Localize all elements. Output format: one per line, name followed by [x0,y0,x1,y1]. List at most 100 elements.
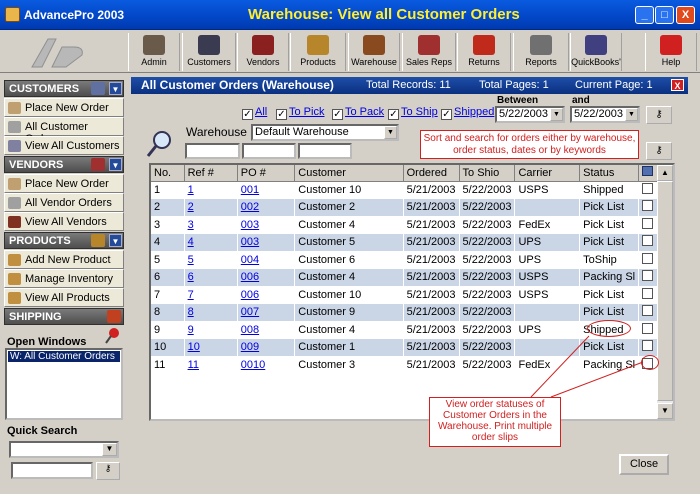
toolbar-warehouse-button[interactable]: Warehouse [348,33,400,71]
col-print[interactable] [638,165,659,182]
warehouse-select[interactable]: Default Warehouse ▼ [251,124,399,141]
table-row[interactable]: 5 5 004 Customer 6 5/21/2003 5/22/2003 UPS ToSh… [151,251,659,269]
cell-ref[interactable]: 6 [184,268,238,286]
filter-to-ship[interactable]: ✓ To Ship [388,106,438,120]
search-field-3[interactable] [298,143,352,159]
open-windows-list[interactable]: W: All Customer Orders [5,348,123,420]
table-row[interactable]: 7 7 006 Customer 10 5/21/2003 5/22/2003 USPS Pi… [151,286,659,304]
checkbox-checked[interactable]: ✓ [388,109,399,120]
chevron-down-icon[interactable]: ▼ [625,108,638,121]
nav-add-new-product[interactable]: Add New Product [4,250,124,269]
cell-ref[interactable]: 3 [184,216,238,234]
table-row[interactable]: 8 8 007 Customer 9 5/21/2003 5/22/2003 Pick Li… [151,303,659,321]
col-no[interactable]: No. [151,165,185,182]
cell-ref[interactable]: 8 [184,303,238,321]
cell-po[interactable]: 001 [237,181,296,199]
nav-place-new-customer-order[interactable]: Place New Order [4,98,124,117]
nav-view-all-products[interactable]: View All Products [4,288,124,307]
cell-print[interactable] [638,198,659,216]
customers-section-header[interactable]: CUSTOMERS ▼ [4,80,124,97]
toolbar-vendors-button[interactable]: Vendors [237,33,289,71]
cell-print[interactable] [638,216,659,234]
print-checkbox[interactable] [642,200,654,212]
cell-po[interactable]: 004 [237,251,296,269]
close-window-button[interactable]: X [676,6,695,24]
print-checkbox[interactable] [642,183,654,194]
cell-print[interactable] [638,181,659,199]
col-customer[interactable]: Customer [294,165,404,182]
cell-ref[interactable]: 5 [184,251,238,269]
date-search-button[interactable]: ⚷ [646,106,672,124]
cell-po[interactable]: 002 [237,198,296,216]
nav-view-all-customers[interactable]: View All Customers [4,136,124,155]
cell-po[interactable]: 006 [237,268,296,286]
cell-po[interactable]: 008 [237,321,296,339]
filter-to-ship-link[interactable]: To Ship [401,106,438,118]
filter-to-pack-link[interactable]: To Pack [345,106,384,118]
po-link[interactable]: 006 [241,289,259,301]
col-ref[interactable]: Ref # [184,165,238,182]
quick-search-select[interactable]: ▼ [9,441,119,458]
table-row[interactable]: 1 1 001 Customer 10 5/21/2003 5/22/2003 USPS Sh… [151,181,659,199]
po-link[interactable]: 007 [241,306,259,318]
table-row[interactable]: 6 6 006 Customer 4 5/21/2003 5/22/2003 USPS Pac… [151,268,659,286]
filter-to-pick-link[interactable]: To Pick [289,106,324,118]
close-button[interactable]: Close [619,454,669,475]
col-ordered[interactable]: Ordered [403,165,460,182]
filter-all-link[interactable]: All [255,106,267,118]
pushpin-icon[interactable] [104,327,122,345]
checkbox-checked[interactable]: ✓ [242,109,253,120]
cell-print[interactable] [638,303,659,321]
checkbox-checked[interactable]: ✓ [441,109,452,120]
cell-ref[interactable]: 9 [184,321,238,339]
nav-manage-inventory[interactable]: Manage Inventory [4,269,124,288]
nav-all-customer-orders[interactable]: All Customer Orders [4,117,124,145]
cell-ref[interactable]: 11 [184,356,238,374]
filter-shipped[interactable]: ✓ Shipped [441,106,494,120]
cell-ref[interactable]: 7 [184,286,238,304]
col-carrier[interactable]: Carrier [514,165,581,182]
chevron-down-icon[interactable]: ▼ [550,108,563,121]
filter-all[interactable]: ✓ All [242,106,267,120]
print-checkbox[interactable] [642,270,654,282]
table-row[interactable]: 2 2 002 Customer 2 5/21/2003 5/22/2003 Pick Li… [151,198,659,216]
ref-link[interactable]: 11 [188,359,199,371]
search-field-1[interactable] [185,143,240,159]
cell-ref[interactable]: 4 [184,233,238,251]
toolbar-reports-button[interactable]: Reports [513,33,569,71]
cell-po[interactable]: 006 [237,286,296,304]
toolbar-quickbooks-button[interactable]: QuickBooks' [570,33,622,71]
keyword-search-button[interactable]: ⚷ [646,142,672,160]
po-link[interactable]: 002 [241,201,259,213]
po-link[interactable]: 008 [241,324,259,336]
po-link[interactable]: 006 [241,271,259,283]
filter-shipped-link[interactable]: Shipped [454,106,494,118]
cell-po[interactable]: 009 [237,338,296,356]
cell-po[interactable]: 007 [237,303,296,321]
table-row[interactable]: 3 3 003 Customer 4 5/21/2003 5/22/2003 FedEx Pi… [151,216,659,234]
cell-po[interactable]: 003 [237,216,296,234]
date-from-select[interactable]: 5/22/2003 ▼ [495,106,565,123]
ref-link[interactable]: 8 [188,306,194,318]
chevron-down-icon[interactable]: ▼ [102,443,117,456]
collapse-arrow-icon[interactable]: ▼ [109,82,122,95]
ref-link[interactable]: 1 [188,184,194,196]
date-to-select[interactable]: 5/22/2003 ▼ [570,106,640,123]
maximize-button[interactable]: □ [655,6,674,24]
toolbar-admin-button[interactable]: Admin [128,33,180,71]
products-section-header[interactable]: PRODUCTS ▼ [4,232,124,249]
ref-link[interactable]: 10 [188,341,200,353]
cell-ref[interactable]: 2 [184,198,238,216]
quick-search-key-button[interactable]: ⚷ [96,462,120,480]
cell-po[interactable]: 003 [237,233,296,251]
cell-print[interactable] [638,233,659,251]
nav-view-all-vendors[interactable]: View All Vendors [4,212,124,231]
ref-link[interactable]: 7 [188,289,194,301]
filter-to-pick[interactable]: ✓ To Pick [276,106,324,120]
col-po[interactable]: PO # [237,165,296,182]
ref-link[interactable]: 3 [188,219,194,231]
shipping-section-header[interactable]: SHIPPING [4,308,124,325]
vendors-section-header[interactable]: VENDORS ▼ [4,156,124,173]
ref-link[interactable]: 2 [188,201,194,213]
po-link[interactable]: 003 [241,236,259,248]
